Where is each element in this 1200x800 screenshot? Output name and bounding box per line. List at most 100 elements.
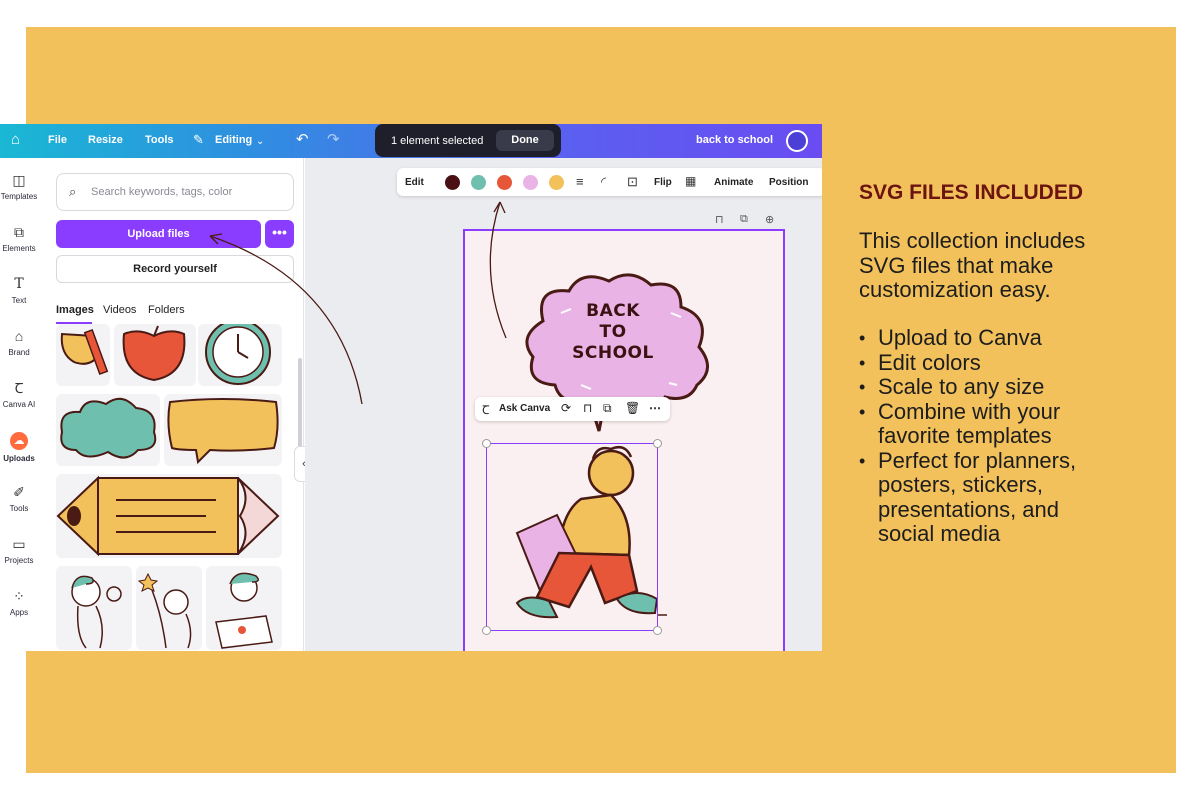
pencil-illustration <box>56 475 280 557</box>
upload-files-button[interactable]: Upload files <box>56 220 261 248</box>
duplicate-icon[interactable]: ⧉ <box>603 401 612 416</box>
apps-icon: ⁘ <box>13 588 25 604</box>
rail-projects[interactable]: ▭ Projects <box>0 536 38 565</box>
resize-handle[interactable] <box>653 439 662 448</box>
promo-bullet: Perfect for planners, posters, stickers,… <box>859 448 1119 547</box>
undo-icon[interactable]: ↶ <box>296 131 309 149</box>
rail-apps[interactable]: ⁘ Apps <box>0 588 38 617</box>
girl-magnifier-illustration <box>71 575 122 649</box>
promo-bullet: Combine with your favorite templates <box>859 399 1119 449</box>
promo-bullet: Scale to any size <box>859 374 1119 400</box>
rail-label: Projects <box>4 556 34 565</box>
rotate-icon[interactable]: ⟳ <box>561 401 571 415</box>
uploads-panel: ⌕ Search keywords, tags, color Upload fi… <box>38 158 304 651</box>
crop-icon[interactable]: ⊡ <box>627 174 638 190</box>
rail-uploads[interactable]: ☁ Uploads <box>0 432 38 463</box>
text-icon: T <box>14 276 24 292</box>
thumb-hand-pencil[interactable] <box>56 324 110 386</box>
rail-label: Canva AI <box>2 400 36 409</box>
left-rail: ◫ Templates ⧉ Elements T Text ⌂ Brand Ꞇ … <box>0 158 38 651</box>
resize-handle[interactable] <box>653 626 662 635</box>
uploads-icon: ☁ <box>10 432 28 450</box>
flip-button[interactable]: Flip <box>654 177 672 188</box>
add-page-icon[interactable]: ⊕ <box>765 213 774 226</box>
redo-icon[interactable]: ↷ <box>327 131 340 149</box>
rail-brand[interactable]: ⌂ Brand <box>0 328 38 357</box>
rail-label: Tools <box>9 504 29 513</box>
chevron-down-icon[interactable]: ⌄ <box>256 133 264 151</box>
corner-rounding-icon[interactable]: ◜ <box>601 174 606 190</box>
color-swatch-3[interactable] <box>497 175 512 190</box>
rail-text[interactable]: T Text <box>0 276 38 305</box>
tools-menu[interactable]: Tools <box>145 134 174 146</box>
animate-button[interactable]: Animate <box>714 177 753 188</box>
tab-videos[interactable]: Videos <box>103 304 136 316</box>
hand-pencil-illustration <box>60 328 109 376</box>
transparency-icon[interactable]: ▦ <box>685 174 696 188</box>
thumb-girl-drawing[interactable] <box>206 566 282 650</box>
rail-label: Apps <box>9 608 29 617</box>
rail-elements[interactable]: ⧉ Elements <box>0 224 38 253</box>
thumb-clock[interactable] <box>198 324 282 386</box>
teal-cloud-illustration <box>60 397 157 459</box>
record-yourself-button[interactable]: Record yourself <box>56 255 294 283</box>
girl-drawing-illustration <box>215 572 273 649</box>
bubble-line: BACK <box>586 301 640 321</box>
rail-templates[interactable]: ◫ Templates <box>0 172 38 201</box>
thumb-girl-magnifier[interactable] <box>56 566 132 650</box>
search-input[interactable]: ⌕ Search keywords, tags, color <box>56 173 294 211</box>
brand-icon: ⌂ <box>14 328 24 344</box>
selection-box[interactable] <box>482 439 662 635</box>
clock-illustration <box>205 324 271 385</box>
edit-button[interactable]: Edit <box>405 177 424 188</box>
done-button[interactable]: Done <box>496 130 554 151</box>
avatar[interactable] <box>786 130 808 152</box>
ask-canva-bar: Ꞇ Ask Canva ⟳ ⊓ ⧉ 🗑︎ ⋯ <box>475 397 670 421</box>
canva-window: ⌂ File Resize Tools ✎ Editing ⌄ ↶ ↷ back… <box>0 124 822 651</box>
templates-icon: ◫ <box>12 172 26 188</box>
promo-title: SVG FILES INCLUDED <box>859 181 1084 204</box>
more-icon[interactable]: ⋯ <box>649 401 661 415</box>
color-swatch-4[interactable] <box>523 175 538 190</box>
file-menu[interactable]: File <box>48 134 67 146</box>
lock-icon[interactable]: ⊓ <box>583 401 592 415</box>
tab-images[interactable]: Images <box>56 304 94 316</box>
ask-canva-button[interactable]: Ask Canva <box>499 403 550 414</box>
rail-label: Brand <box>8 348 30 357</box>
selection-status-pill: 1 element selected Done <box>375 124 561 157</box>
resize-handle[interactable] <box>482 626 491 635</box>
color-swatch-2[interactable] <box>471 175 486 190</box>
position-button[interactable]: Position <box>769 177 808 188</box>
promo-bullet: Edit colors <box>859 350 1119 376</box>
duplicate-page-icon[interactable]: ⧉ <box>740 213 748 226</box>
thumb-boy-star[interactable] <box>136 566 202 650</box>
thumb-apple[interactable] <box>114 324 196 386</box>
thumb-yellow-bubble[interactable] <box>164 394 282 466</box>
resize-handle[interactable] <box>482 439 491 448</box>
elements-icon: ⧉ <box>14 224 24 240</box>
rail-label: Templates <box>0 192 38 201</box>
thumb-pencil[interactable] <box>56 474 282 558</box>
tab-folders[interactable]: Folders <box>148 304 185 316</box>
editing-menu[interactable]: Editing <box>215 134 252 146</box>
canva-ai-icon: Ꞇ <box>14 380 24 396</box>
more-options-button[interactable]: ••• <box>265 220 294 248</box>
lock-page-icon[interactable]: ⊓ <box>715 213 724 226</box>
document-title[interactable]: back to school <box>696 134 773 146</box>
thumb-teal-cloud[interactable] <box>56 394 160 466</box>
bubble-line: SCHOOL <box>572 343 654 363</box>
promo-intro: This collection includes SVG files that … <box>859 228 1086 302</box>
canva-ai-icon[interactable]: Ꞇ <box>482 401 490 418</box>
trash-icon[interactable]: 🗑︎ <box>625 401 640 415</box>
line-weight-icon[interactable]: ≡ <box>576 174 584 189</box>
rail-label: Uploads <box>3 454 35 463</box>
color-swatch-5[interactable] <box>549 175 564 190</box>
home-icon[interactable]: ⌂ <box>11 131 20 149</box>
bubble-text[interactable]: BACK TO SCHOOL <box>553 301 673 364</box>
color-swatch-1[interactable] <box>445 175 460 190</box>
rail-canva-ai[interactable]: Ꞇ Canva AI <box>0 380 38 409</box>
resize-menu[interactable]: Resize <box>88 134 123 146</box>
rail-tools[interactable]: ✐ Tools <box>0 484 38 513</box>
tools-icon: ✐ <box>13 484 25 500</box>
yellow-bubble-illustration <box>167 398 279 465</box>
